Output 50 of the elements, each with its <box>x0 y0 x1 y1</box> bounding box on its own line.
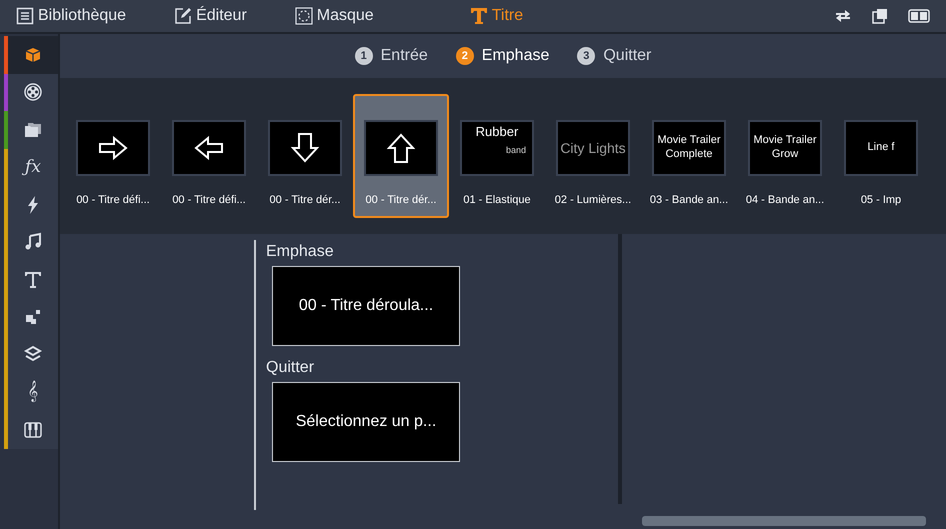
top-tab[interactable]: Titre <box>470 4 524 28</box>
preview-text: Complete <box>665 148 713 162</box>
sidebar-item[interactable] <box>8 411 58 448</box>
preview-text: Rubber <box>474 124 520 140</box>
top-tab[interactable]: Bibliothèque <box>16 4 126 28</box>
step-number-badge: 2 <box>456 47 474 65</box>
preview-text: Line f <box>868 141 894 155</box>
outline-arrow-icon <box>288 132 322 164</box>
piano-keys-icon <box>23 420 43 440</box>
popout-window-icon[interactable] <box>872 8 888 24</box>
outline-arrow-icon <box>384 132 418 164</box>
treble-clef-icon: 𝄞 <box>28 383 38 402</box>
film-reel-icon <box>23 82 43 102</box>
preset-item[interactable]: Movie Trailer Grow 04 - Bande an... <box>737 94 833 218</box>
sidebar-item[interactable]: 𝄞 <box>8 374 58 411</box>
preset-item[interactable]: Line f 05 - Imp <box>833 94 929 218</box>
preset-item[interactable]: 00 - Titre défi... <box>161 94 257 218</box>
preview-text: Movie Trailer <box>658 134 720 148</box>
top-tab[interactable]: Éditeur <box>174 4 247 28</box>
sidebar-item[interactable] <box>8 74 58 111</box>
letter-t-icon <box>23 270 43 290</box>
list-icon <box>16 7 34 25</box>
preset-slot[interactable]: Sélectionnez un p... <box>272 382 460 462</box>
preset-item[interactable]: 00 - Titre dér... <box>257 94 353 218</box>
music-note-icon <box>23 232 43 252</box>
edit-icon <box>174 7 192 25</box>
preset-item[interactable]: 00 - Titre dér... <box>353 94 449 218</box>
preset-slot[interactable]: 00 - Titre déroula... <box>272 266 460 346</box>
step-tab[interactable]: 1 Entrée <box>354 44 428 68</box>
preview-text: band <box>506 144 526 158</box>
split-view-icon[interactable] <box>908 9 930 23</box>
preset-item[interactable]: Movie Trailer Complete 03 - Bande an... <box>641 94 737 218</box>
step-tab[interactable]: 3 Quitter <box>577 44 652 68</box>
section-heading: Quitter <box>266 358 316 378</box>
preview-text: Movie Trailer <box>754 134 816 148</box>
preset-item[interactable]: Rubber band 01 - Elastique <box>449 94 545 218</box>
preset-item[interactable]: City Lights 02 - Lumières... <box>545 94 641 218</box>
top-tab[interactable]: Masque <box>294 4 374 28</box>
swap-arrows-icon[interactable] <box>834 8 852 24</box>
sidebar-item[interactable]: ƒx <box>8 148 58 186</box>
preview-text: City Lights <box>560 138 626 158</box>
horizontal-scrollbar[interactable] <box>642 516 926 526</box>
title-t-icon <box>470 7 488 25</box>
preset-item[interactable]: 00 - Titre défi... <box>65 94 161 218</box>
section-heading: Emphase <box>266 242 335 262</box>
sidebar-item[interactable] <box>8 36 58 74</box>
step-number-badge: 1 <box>354 47 373 65</box>
preview-text: Grow <box>772 148 798 162</box>
step-number-badge: 3 <box>577 47 596 65</box>
step-tab[interactable]: 2 Emphase <box>456 44 550 68</box>
